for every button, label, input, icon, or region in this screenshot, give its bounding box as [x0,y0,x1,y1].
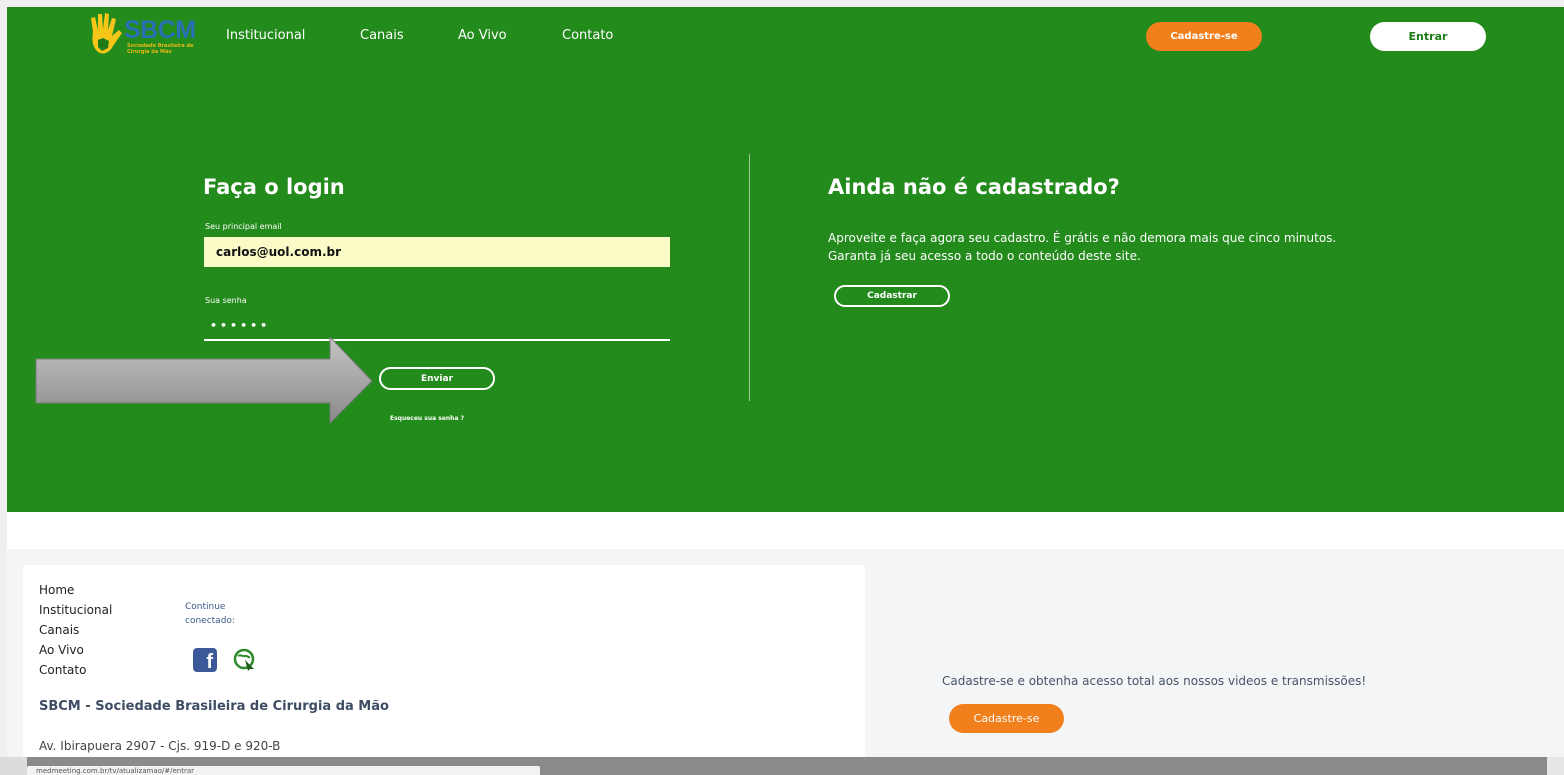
footer-link-contato[interactable]: Contato [39,663,86,677]
facebook-icon[interactable]: f [193,648,217,673]
footer-link-home[interactable]: Home [39,583,74,597]
entrar-button[interactable]: Entrar [1370,22,1486,51]
footer-link-institucional[interactable]: Institucional [39,603,112,617]
organization-address: Av. Ibirapuera 2907 - Cjs. 919-D e 920-B [39,739,281,753]
forgot-password-link[interactable]: Esqueceu sua senha ? [390,415,464,422]
footer: Home Institucional Canais Ao Vivo Contat… [7,549,1564,757]
footer-link-canais[interactable]: Canais [39,623,79,637]
nav-link-canais[interactable]: Canais [360,28,404,43]
continue-connected-text: Continue conectado: [185,602,235,626]
organization-name: SBCM - Sociedade Brasileira de Cirurgia … [39,699,389,714]
footer-card: Home Institucional Canais Ao Vivo Contat… [23,565,865,757]
email-field[interactable]: carlos@uol.com.br [204,237,670,267]
nav-link-institucional[interactable]: Institucional [226,28,305,43]
arrow-pointer-icon [35,337,373,425]
email-label: Seu principal email [205,222,282,231]
promo-text: Cadastre-se e obtenha acesso total aos n… [942,674,1367,688]
nav-link-contato[interactable]: Contato [562,28,613,43]
login-title: Faça o login [203,175,345,199]
footer-cadastre-se-button[interactable]: Cadastre-se [949,704,1064,733]
status-url-text: medmeeting.com.br/tv/atualizamao/#/entra… [36,767,195,775]
hero-section: SBCM Sociedade Brasileira de Cirurgia da… [7,7,1564,512]
password-label: Sua senha [205,296,247,305]
browser-viewport: SBCM Sociedade Brasileira de Cirurgia da… [7,7,1564,757]
cadastre-se-button[interactable]: Cadastre-se [1146,22,1262,51]
enviar-button[interactable]: Enviar [379,367,495,390]
footer-link-ao-vivo[interactable]: Ao Vivo [39,643,84,657]
column-divider [749,154,750,401]
website-icon[interactable] [233,648,257,672]
logo-wordmark: SBCM [124,16,196,44]
nav-link-ao-vivo[interactable]: Ao Vivo [458,28,507,43]
scrollbar-corner [1547,757,1564,775]
cadastrar-button[interactable]: Cadastrar [834,285,950,307]
logo-subtitle: Sociedade Brasileira de Cirurgia da Mão [127,43,194,55]
top-navbar: SBCM Sociedade Brasileira de Cirurgia da… [7,7,1564,69]
register-title: Ainda não é cadastrado? [828,175,1120,199]
hand-logo-icon [91,13,122,54]
register-description: Aproveite e faça agora seu cadastro. É g… [828,231,1337,263]
logo[interactable]: SBCM Sociedade Brasileira de Cirurgia da… [87,10,199,62]
